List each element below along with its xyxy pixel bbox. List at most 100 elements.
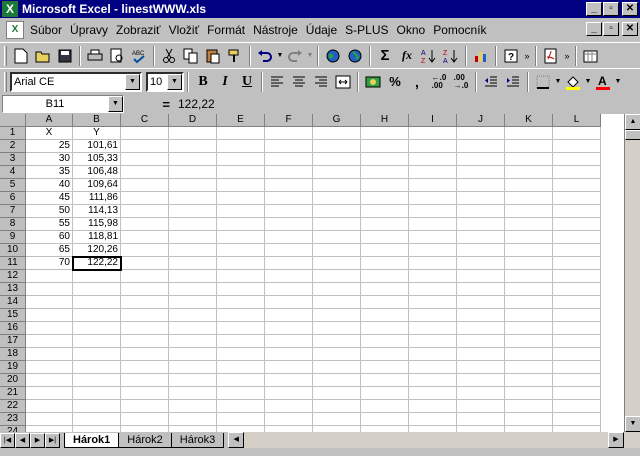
- cell-f23[interactable]: [265, 413, 313, 426]
- cell-a13[interactable]: [26, 283, 73, 296]
- cell-d7[interactable]: [169, 205, 217, 218]
- cell-c23[interactable]: [121, 413, 169, 426]
- cell-b16[interactable]: [73, 322, 121, 335]
- cell-g18[interactable]: [313, 348, 361, 361]
- scroll-up-icon[interactable]: ▲: [625, 114, 640, 130]
- cell-f21[interactable]: [265, 387, 313, 400]
- cell-i17[interactable]: [409, 335, 457, 348]
- cell-c18[interactable]: [121, 348, 169, 361]
- cell-g3[interactable]: [313, 153, 361, 166]
- row-header-3[interactable]: 3: [0, 153, 26, 166]
- cell-l12[interactable]: [553, 270, 601, 283]
- cell-h1[interactable]: [361, 127, 409, 140]
- document-icon[interactable]: X: [6, 21, 24, 39]
- cell-i19[interactable]: [409, 361, 457, 374]
- cell-k6[interactable]: [505, 192, 553, 205]
- cell-l3[interactable]: [553, 153, 601, 166]
- cell-h15[interactable]: [361, 309, 409, 322]
- font-name-select[interactable]: Arial CE ▼: [10, 71, 142, 92]
- web-toolbar-icon[interactable]: [322, 45, 344, 67]
- font-color-icon[interactable]: A: [592, 71, 614, 93]
- cell-e15[interactable]: [217, 309, 265, 322]
- cell-j15[interactable]: [457, 309, 505, 322]
- cell-d10[interactable]: [169, 244, 217, 257]
- cell-k13[interactable]: [505, 283, 553, 296]
- menu-subor[interactable]: Súbor: [26, 23, 66, 37]
- cell-j16[interactable]: [457, 322, 505, 335]
- cell-l1[interactable]: [553, 127, 601, 140]
- cell-e6[interactable]: [217, 192, 265, 205]
- cell-b21[interactable]: [73, 387, 121, 400]
- cell-a21[interactable]: [26, 387, 73, 400]
- cell-g7[interactable]: [313, 205, 361, 218]
- row-header-11[interactable]: 11: [0, 257, 26, 270]
- cell-f17[interactable]: [265, 335, 313, 348]
- cell-b15[interactable]: [73, 309, 121, 322]
- currency-icon[interactable]: [362, 71, 384, 93]
- cell-c5[interactable]: [121, 179, 169, 192]
- cell-b2[interactable]: 101,61: [73, 140, 121, 153]
- cell-a7[interactable]: 50: [26, 205, 73, 218]
- cell-e5[interactable]: [217, 179, 265, 192]
- cell-a17[interactable]: [26, 335, 73, 348]
- row-header-12[interactable]: 12: [0, 270, 26, 283]
- underline-button[interactable]: U: [236, 71, 258, 93]
- excel-icon[interactable]: X: [2, 1, 18, 17]
- column-header-g[interactable]: G: [313, 114, 361, 127]
- cell-h9[interactable]: [361, 231, 409, 244]
- cell-i1[interactable]: [409, 127, 457, 140]
- row-header-2[interactable]: 2: [0, 140, 26, 153]
- cell-h13[interactable]: [361, 283, 409, 296]
- cell-c17[interactable]: [121, 335, 169, 348]
- decrease-indent-icon[interactable]: [480, 71, 502, 93]
- cell-j3[interactable]: [457, 153, 505, 166]
- chevron-down-icon[interactable]: ▼: [125, 73, 140, 90]
- cell-l15[interactable]: [553, 309, 601, 322]
- menu-udaje[interactable]: Údaje: [302, 23, 341, 37]
- cell-a14[interactable]: [26, 296, 73, 309]
- cell-g14[interactable]: [313, 296, 361, 309]
- cell-f13[interactable]: [265, 283, 313, 296]
- cell-f14[interactable]: [265, 296, 313, 309]
- cell-e11[interactable]: [217, 257, 265, 270]
- cell-j5[interactable]: [457, 179, 505, 192]
- cell-f15[interactable]: [265, 309, 313, 322]
- cell-c10[interactable]: [121, 244, 169, 257]
- redo-icon[interactable]: [284, 45, 306, 67]
- formula-input[interactable]: 122,22: [176, 95, 640, 113]
- italic-button[interactable]: I: [214, 71, 236, 93]
- cell-l5[interactable]: [553, 179, 601, 192]
- scroll-right-icon[interactable]: ▶: [608, 432, 624, 448]
- redo-dropdown-icon[interactable]: ▼: [306, 45, 314, 67]
- copy-icon[interactable]: [180, 45, 202, 67]
- cell-j12[interactable]: [457, 270, 505, 283]
- cell-g6[interactable]: [313, 192, 361, 205]
- cell-l19[interactable]: [553, 361, 601, 374]
- tab-harok1[interactable]: Hárok1: [64, 432, 120, 448]
- cell-j6[interactable]: [457, 192, 505, 205]
- chart-wizard-icon[interactable]: [470, 45, 492, 67]
- cell-d17[interactable]: [169, 335, 217, 348]
- cell-b20[interactable]: [73, 374, 121, 387]
- cell-h21[interactable]: [361, 387, 409, 400]
- cell-a6[interactable]: 45: [26, 192, 73, 205]
- column-header-b[interactable]: B: [73, 114, 121, 127]
- column-header-d[interactable]: D: [169, 114, 217, 127]
- cell-a23[interactable]: [26, 413, 73, 426]
- menu-upravy[interactable]: Úpravy: [66, 23, 112, 37]
- cell-g13[interactable]: [313, 283, 361, 296]
- cell-i12[interactable]: [409, 270, 457, 283]
- cell-i3[interactable]: [409, 153, 457, 166]
- cell-f18[interactable]: [265, 348, 313, 361]
- cell-e7[interactable]: [217, 205, 265, 218]
- save-icon[interactable]: [54, 45, 76, 67]
- decrease-decimal-icon[interactable]: .00 →.0: [450, 71, 472, 93]
- row-header-15[interactable]: 15: [0, 309, 26, 322]
- cell-c7[interactable]: [121, 205, 169, 218]
- cell-b13[interactable]: [73, 283, 121, 296]
- cell-f8[interactable]: [265, 218, 313, 231]
- tab-harok2[interactable]: Hárok2: [118, 432, 172, 448]
- cell-d20[interactable]: [169, 374, 217, 387]
- row-header-10[interactable]: 10: [0, 244, 26, 257]
- cell-k3[interactable]: [505, 153, 553, 166]
